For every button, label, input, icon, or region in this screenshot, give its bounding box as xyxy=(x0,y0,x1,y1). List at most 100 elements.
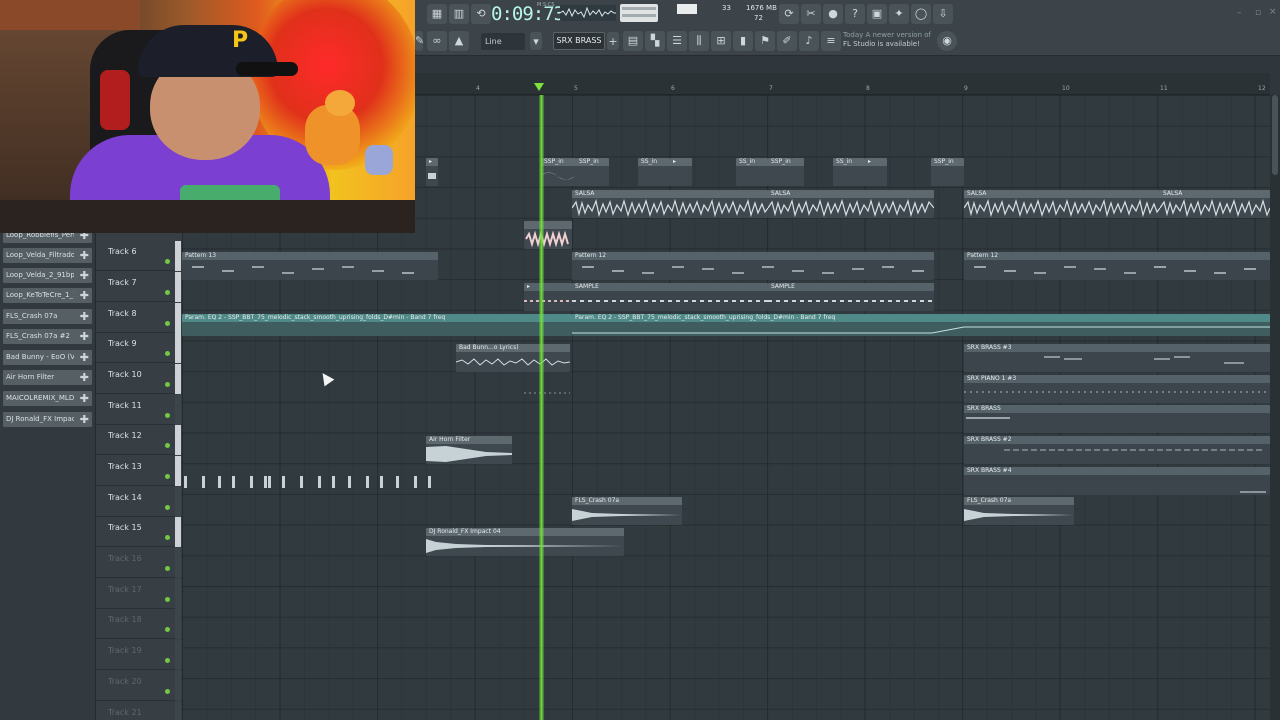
audio-clip[interactable]: SALSA xyxy=(572,190,768,218)
menu-grid-icon[interactable]: ▦ xyxy=(427,4,447,24)
audio-clip[interactable]: ▸ xyxy=(426,158,438,186)
track-grip[interactable] xyxy=(175,702,181,720)
audio-clip[interactable]: SALSA xyxy=(1160,190,1270,218)
track-led-icon[interactable] xyxy=(165,505,170,510)
audio-clip[interactable]: ▸ xyxy=(670,158,692,186)
track-header[interactable]: Track 14 xyxy=(96,487,182,517)
track-led-icon[interactable] xyxy=(165,351,170,356)
track-grip[interactable] xyxy=(175,671,181,701)
pattern-clip[interactable]: Pattern 13 xyxy=(182,252,438,280)
audio-clip[interactable] xyxy=(182,467,434,495)
close-icon[interactable]: × xyxy=(1269,7,1277,17)
audio-clip[interactable]: FLS_Crash 07a xyxy=(964,497,1074,525)
mic-icon[interactable]: ● xyxy=(823,4,843,24)
track-header[interactable]: Track 8 xyxy=(96,303,182,333)
picker-item[interactable]: FLS_Crash 07a ✚ xyxy=(3,309,92,324)
audio-clip[interactable]: SSP_in xyxy=(768,158,804,186)
playlist-icon[interactable]: ▤ xyxy=(623,31,643,51)
add-pattern-icon[interactable]: + xyxy=(607,32,619,50)
track-header[interactable]: Track 7 xyxy=(96,272,182,302)
track-header[interactable]: Track 16 xyxy=(96,548,182,578)
track-led-icon[interactable] xyxy=(165,321,170,326)
save-icon[interactable]: ▣ xyxy=(867,4,887,24)
audio-clip[interactable]: SSP_in xyxy=(931,158,964,186)
audio-clip[interactable]: SS_in xyxy=(736,158,768,186)
performance-icon[interactable]: ♪ xyxy=(799,31,819,51)
snap-dropdown-icon[interactable]: ▾ xyxy=(530,32,542,50)
track-led-icon[interactable] xyxy=(165,689,170,694)
update-notice[interactable]: Today A newer version of FL Studio is av… xyxy=(843,31,943,53)
audio-clip[interactable]: ▸ xyxy=(865,158,887,186)
add-icon[interactable]: ✚ xyxy=(80,350,89,365)
plugin-database-icon[interactable]: ⚑ xyxy=(755,31,775,51)
add-icon[interactable]: ✚ xyxy=(80,309,89,324)
track-header[interactable]: Track 17 xyxy=(96,579,182,609)
channel-rack-icon[interactable]: ☰ xyxy=(667,31,687,51)
audio-clip[interactable]: SALSA xyxy=(964,190,1160,218)
track-header[interactable]: Track 6 xyxy=(96,241,182,271)
add-icon[interactable]: ✚ xyxy=(80,370,89,385)
add-icon[interactable]: ✚ xyxy=(80,288,89,303)
snap-select[interactable]: Line xyxy=(481,33,525,50)
pattern-select[interactable]: SRX BRASS xyxy=(553,32,605,50)
automation-clip[interactable]: Param. EQ 2 - SSP_BBT_75_melodic_stack_s… xyxy=(182,314,572,336)
automation-clip[interactable]: Param. EQ 2 - SSP_BBT_75_melodic_stack_s… xyxy=(572,314,1270,336)
track-led-icon[interactable] xyxy=(165,259,170,264)
cut-icon[interactable]: ✂ xyxy=(801,4,821,24)
pattern-mode-icon[interactable]: ▥ xyxy=(449,4,469,24)
track-led-icon[interactable] xyxy=(165,443,170,448)
add-icon[interactable]: ✚ xyxy=(80,412,89,427)
help-icon[interactable]: ? xyxy=(845,4,865,24)
audio-clip[interactable]: DJ Ronald_FX Impact 04 xyxy=(426,528,624,556)
track-led-icon[interactable] xyxy=(165,474,170,479)
link-icon[interactable]: ∞ xyxy=(427,31,447,51)
pen-icon[interactable]: ✎ xyxy=(415,31,424,51)
chat-icon[interactable]: ◯ xyxy=(911,4,931,24)
pattern-clip[interactable]: SRX BRASS xyxy=(964,405,1270,433)
track-header[interactable]: Track 11 xyxy=(96,395,182,425)
audio-clip[interactable]: Air Horn Filter xyxy=(426,436,512,464)
maximize-icon[interactable]: ▫ xyxy=(1255,8,1261,18)
scripts-icon[interactable]: ≡ xyxy=(821,31,841,51)
audio-clip[interactable]: Bad Bunn...o Lyrics) xyxy=(456,344,570,372)
track-header[interactable]: Track 19 xyxy=(96,640,182,670)
pattern-clip[interactable]: SRX PIANO 1 #3 xyxy=(964,375,1270,403)
track-led-icon[interactable] xyxy=(165,382,170,387)
brush-icon[interactable]: ✐ xyxy=(777,31,797,51)
track-header[interactable]: Track 20 xyxy=(96,671,182,701)
track-led-icon[interactable] xyxy=(165,290,170,295)
track-grip[interactable] xyxy=(175,241,181,271)
refresh-icon[interactable]: ⟳ xyxy=(779,4,799,24)
pattern-clip[interactable]: SAMPLE xyxy=(572,283,768,311)
audio-clip[interactable]: SSP_in xyxy=(541,158,576,186)
track-grip[interactable] xyxy=(175,548,181,578)
track-led-icon[interactable] xyxy=(165,597,170,602)
track-led-icon[interactable] xyxy=(165,658,170,663)
track-led-icon[interactable] xyxy=(165,566,170,571)
audio-clip[interactable]: SSP_in xyxy=(576,158,609,186)
piano-roll-icon[interactable]: ▚ xyxy=(645,31,665,51)
audio-clip[interactable]: SS_in xyxy=(638,158,670,186)
add-icon[interactable]: ✚ xyxy=(80,268,89,283)
track-header[interactable]: Track 15 xyxy=(96,517,182,547)
track-grip[interactable] xyxy=(175,333,181,363)
track-header[interactable]: Track 9 xyxy=(96,333,182,363)
track-grip[interactable] xyxy=(175,395,181,425)
track-grip[interactable] xyxy=(175,579,181,609)
track-grip[interactable] xyxy=(175,364,181,394)
picker-item[interactable]: Loop_Velda_2_91bp... ✚ xyxy=(3,268,92,283)
pattern-clip[interactable]: SAMPLE xyxy=(768,283,934,311)
track-grip[interactable] xyxy=(175,640,181,670)
loop-mode-icon[interactable]: ⟲ xyxy=(471,4,491,24)
project-icon[interactable]: ▮ xyxy=(733,31,753,51)
pattern-clip[interactable]: SRX BRASS #3 xyxy=(964,344,1270,372)
pattern-clip[interactable]: SRX BRASS #4 xyxy=(964,467,1270,495)
audio-clip[interactable]: SALSA xyxy=(768,190,934,218)
picker-item[interactable]: MAICOLREMIX_MLD_G... ✚ xyxy=(3,391,92,406)
track-header[interactable]: Track 18 xyxy=(96,609,182,639)
track-header[interactable]: Track 10 xyxy=(96,364,182,394)
add-icon[interactable]: ✚ xyxy=(80,248,89,263)
track-led-icon[interactable] xyxy=(165,413,170,418)
picker-item[interactable]: FLS_Crash 07a #2 ✚ xyxy=(3,329,92,344)
audio-clip[interactable] xyxy=(524,375,570,403)
